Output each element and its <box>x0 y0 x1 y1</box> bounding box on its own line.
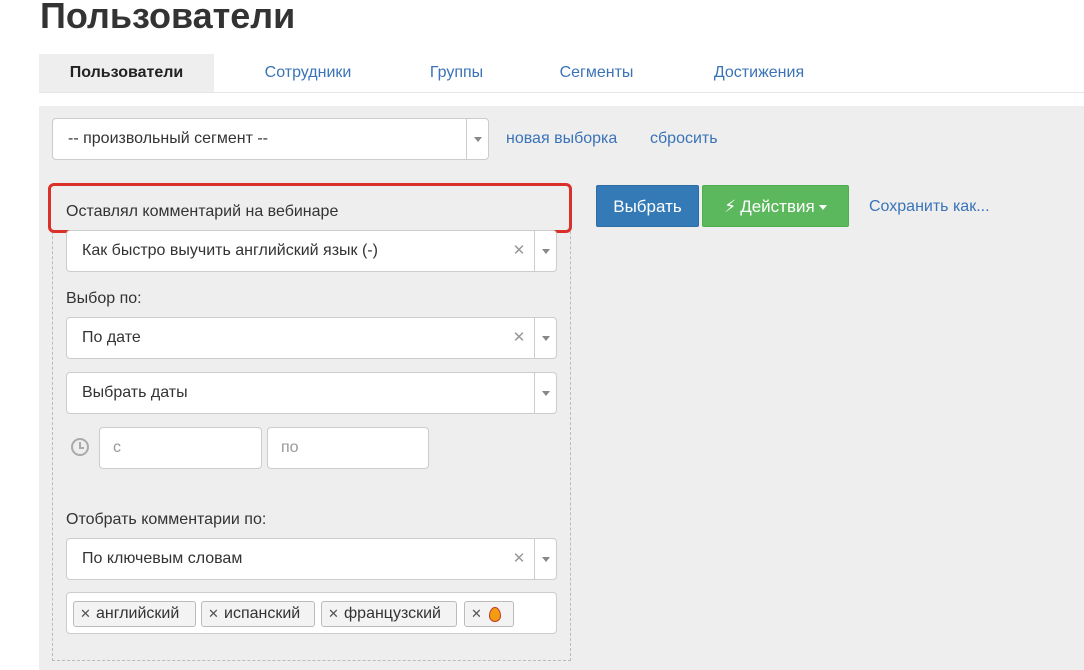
chevron-down-icon[interactable] <box>534 231 556 271</box>
dates-select-value: Выбрать даты <box>82 384 188 401</box>
clear-icon[interactable]: ✕ <box>512 539 526 579</box>
select-button[interactable]: Выбрать <box>596 185 699 227</box>
keyword-tag: ✕ французский <box>321 601 457 627</box>
clear-icon[interactable]: ✕ <box>512 318 526 358</box>
segment-select[interactable]: -- произвольный сегмент -- <box>52 118 489 160</box>
caret-down-icon <box>818 205 827 211</box>
chevron-down-icon[interactable] <box>466 119 488 159</box>
keyword-tag: ✕ английский <box>73 601 196 627</box>
fire-emoji-icon <box>489 607 501 622</box>
tab-users[interactable]: Пользователи <box>39 54 214 92</box>
tab-segments[interactable]: Сегменты <box>539 54 654 92</box>
choose-by-label: Выбор по: <box>66 290 142 307</box>
actions-dropdown-button[interactable]: ⚡ Действия <box>702 185 849 227</box>
remove-tag-icon[interactable]: ✕ <box>208 602 219 626</box>
tab-achievements[interactable]: Достижения <box>689 54 829 92</box>
comments-filter-select-value: По ключевым словам <box>82 550 243 567</box>
dates-select[interactable]: Выбрать даты <box>66 372 557 414</box>
choose-by-select[interactable]: По дате ✕ <box>66 317 557 359</box>
chevron-down-icon[interactable] <box>534 539 556 579</box>
keywords-input[interactable]: ✕ английский ✕ испанский ✕ французский ✕ <box>66 592 557 634</box>
keyword-tag-label: английский <box>96 605 180 622</box>
remove-tag-icon[interactable]: ✕ <box>80 602 91 626</box>
comments-filter-label: Отобрать комментарии по: <box>66 511 267 528</box>
condition-title-highlight: Оставлял комментарий на вебинаре <box>48 183 572 233</box>
comments-filter-select[interactable]: По ключевым словам ✕ <box>66 538 557 580</box>
tab-groups[interactable]: Группы <box>409 54 504 92</box>
actions-button-label: Действия <box>740 197 815 216</box>
new-selection-link[interactable]: новая выборка <box>506 130 617 148</box>
date-from-input[interactable]: с <box>99 427 262 469</box>
webinar-select[interactable]: Как быстро выучить английский язык (-) ✕ <box>66 230 557 272</box>
date-to-input[interactable]: по <box>267 427 429 469</box>
clock-icon <box>71 438 89 456</box>
webinar-select-value: Как быстро выучить английский язык (-) <box>82 242 378 259</box>
segment-select-value: -- произвольный сегмент -- <box>68 130 268 147</box>
keyword-tag: ✕ <box>464 601 514 627</box>
chevron-down-icon[interactable] <box>534 373 556 413</box>
reset-link[interactable]: сбросить <box>650 130 718 148</box>
bolt-icon: ⚡ <box>724 197 737 216</box>
tabs-bar: Пользователи Сотрудники Группы Сегменты … <box>39 54 1084 93</box>
choose-by-select-value: По дате <box>82 329 141 346</box>
keyword-tag-label: французский <box>344 605 441 622</box>
condition-title: Оставлял комментарий на вебинаре <box>66 203 339 220</box>
clear-icon[interactable]: ✕ <box>512 231 526 271</box>
tab-employees[interactable]: Сотрудники <box>239 54 377 92</box>
chevron-down-icon[interactable] <box>534 318 556 358</box>
save-as-link[interactable]: Сохранить как... <box>869 198 990 216</box>
keyword-tag: ✕ испанский <box>201 601 315 627</box>
remove-tag-icon[interactable]: ✕ <box>328 602 339 626</box>
keyword-tag-label: испанский <box>224 605 301 622</box>
remove-tag-icon[interactable]: ✕ <box>471 602 482 626</box>
page-title: Пользователи <box>40 0 296 36</box>
